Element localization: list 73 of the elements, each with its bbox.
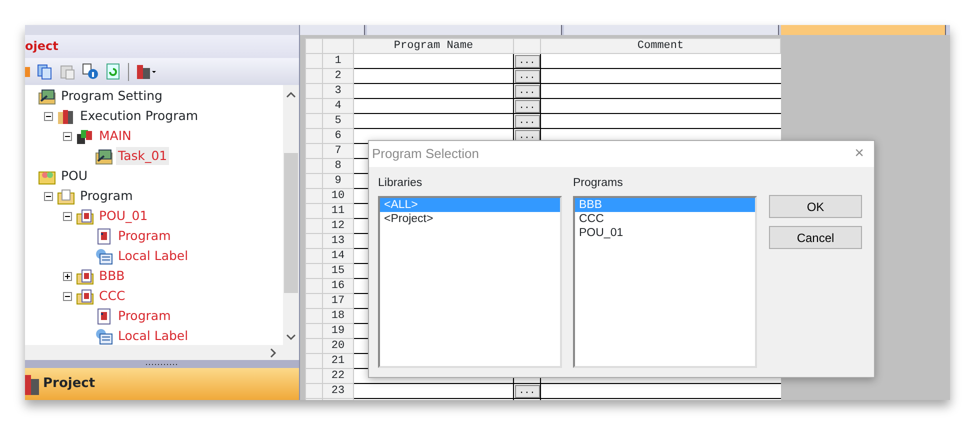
ok-button[interactable]: OK <box>769 195 862 218</box>
scroll-right-icon[interactable] <box>270 348 277 358</box>
browse-button[interactable]: ... <box>514 384 540 398</box>
list-item[interactable]: CCC <box>575 212 755 226</box>
info-icon[interactable] <box>82 63 99 80</box>
tree-item[interactable]: Execution Program <box>78 107 200 125</box>
row-number: 2 <box>322 68 354 84</box>
tree-item[interactable]: Program <box>116 307 173 325</box>
row-number: 8 <box>322 158 354 174</box>
collapse-toggle-icon[interactable] <box>44 112 53 120</box>
row-number: 23 <box>322 384 354 398</box>
row-number: 17 <box>322 294 354 308</box>
row-number: 6 <box>322 128 354 144</box>
scroll-thumb[interactable] <box>284 153 298 293</box>
tree-item[interactable]: Program <box>78 187 135 205</box>
browse-button[interactable]: ... <box>514 100 540 112</box>
row-number: 15 <box>322 264 354 278</box>
row-number: 19 <box>322 324 354 338</box>
browse-button[interactable]: ... <box>514 70 540 82</box>
scroll-up-icon[interactable] <box>286 91 296 98</box>
dialog-title: Program Selection <box>372 145 479 164</box>
row-number: 10 <box>322 188 354 204</box>
tree-item[interactable]: MAIN <box>97 127 134 145</box>
tree-item[interactable]: Local Label <box>116 247 190 265</box>
collapse-toggle-icon[interactable] <box>44 192 53 200</box>
row-number: 7 <box>322 144 354 158</box>
project-icon <box>25 373 39 395</box>
list-item[interactable]: POU_01 <box>575 226 755 240</box>
row-number: 14 <box>322 248 354 264</box>
row-number: 20 <box>322 338 354 354</box>
tree-item[interactable]: POU <box>59 167 90 185</box>
tree-item[interactable]: Program Setting <box>59 87 164 105</box>
panel-title: oject <box>25 35 299 58</box>
tree-item[interactable]: BBB <box>97 267 127 285</box>
row-number: 18 <box>322 308 354 324</box>
row-number: 1 <box>322 54 354 68</box>
row-number: 21 <box>322 354 354 368</box>
browse-button[interactable]: ... <box>514 84 540 98</box>
column-header: Program Name <box>354 38 514 54</box>
copy-icon[interactable] <box>36 63 53 80</box>
row-number: 22 <box>322 368 354 384</box>
tree-item[interactable]: CCC <box>97 287 128 305</box>
row-number: 9 <box>322 174 354 188</box>
collapse-toggle-icon[interactable] <box>63 132 72 140</box>
list-item[interactable]: <Project> <box>380 212 560 226</box>
collapse-toggle-icon[interactable] <box>63 212 72 220</box>
row-number: 11 <box>322 204 354 218</box>
tree-item[interactable]: Program <box>116 227 173 245</box>
vertical-scrollbar[interactable] <box>283 85 299 345</box>
list-label: Libraries <box>378 176 424 191</box>
browse-button[interactable]: ... <box>514 114 540 128</box>
row-number: 13 <box>322 234 354 248</box>
refresh-icon[interactable] <box>105 63 122 80</box>
expand-toggle-icon[interactable] <box>63 272 72 280</box>
tool-icon[interactable] <box>135 63 157 80</box>
browse-button[interactable]: ... <box>514 54 540 68</box>
project-bar[interactable]: Project <box>25 368 299 400</box>
tree-item[interactable]: Task_01 <box>116 147 170 165</box>
horizontal-scrollbar[interactable] <box>25 345 299 360</box>
row-number: 16 <box>322 278 354 294</box>
column-header: Comment <box>540 38 780 54</box>
row-number: 5 <box>322 114 354 128</box>
tree-item[interactable]: POU_01 <box>97 207 150 225</box>
scroll-down-icon[interactable] <box>286 334 296 341</box>
row-number: 3 <box>322 84 354 98</box>
row-number: 12 <box>322 218 354 234</box>
cancel-button[interactable]: Cancel <box>769 226 862 249</box>
tree-item[interactable]: Local Label <box>116 327 190 345</box>
splitter-grip-icon[interactable] <box>145 362 179 366</box>
project-bar-label: Project <box>43 375 96 394</box>
row-number: 4 <box>322 98 354 114</box>
collapse-toggle-icon[interactable] <box>63 292 72 300</box>
list-label: Programs <box>573 176 624 191</box>
